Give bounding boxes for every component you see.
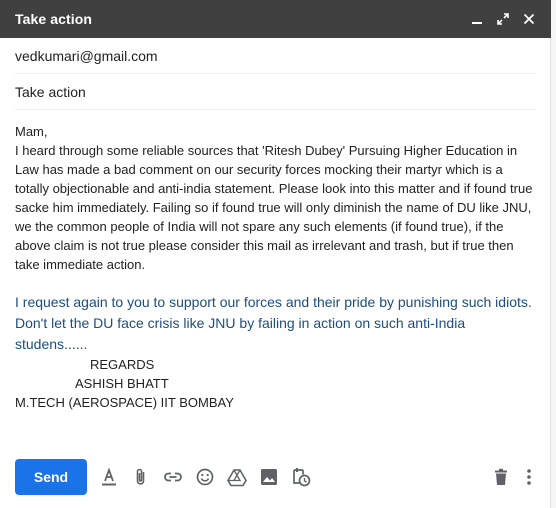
attach-icon[interactable] <box>129 465 153 489</box>
expand-icon[interactable] <box>491 7 515 31</box>
compose-toolbar: Send <box>0 452 551 508</box>
message-body[interactable]: Mam, I heard through some reliable sourc… <box>15 122 538 412</box>
photo-icon[interactable] <box>257 465 281 489</box>
body-paragraph: I heard through some reliable sources th… <box>15 143 533 272</box>
body-greeting: Mam, <box>15 124 48 139</box>
schedule-icon[interactable] <box>289 465 313 489</box>
trash-icon[interactable] <box>489 465 513 489</box>
compose-title-bar: Take action <box>0 0 551 38</box>
window-controls <box>465 0 541 38</box>
signature-title: M.TECH (AEROSPACE) IIT BOMBAY <box>15 395 234 410</box>
body-request: I request again to you to support our fo… <box>15 294 532 352</box>
subject-field[interactable]: Take action <box>15 74 536 110</box>
emoji-icon[interactable] <box>193 465 217 489</box>
signature-regards: REGARDS <box>90 357 155 372</box>
to-field-value: vedkumari@gmail.com <box>15 47 158 64</box>
more-options-icon[interactable] <box>517 465 541 489</box>
link-icon[interactable] <box>161 465 185 489</box>
compose-title: Take action <box>15 11 93 27</box>
compose-window: Take action vedkumari@gmail.com Take act… <box>0 0 551 508</box>
drive-icon[interactable] <box>225 465 249 489</box>
signature-name: ASHISH BHATT <box>75 376 169 391</box>
close-icon[interactable] <box>517 7 541 31</box>
send-button[interactable]: Send <box>15 459 87 495</box>
page-edge <box>551 0 556 508</box>
subject-field-value: Take action <box>15 83 86 100</box>
format-text-icon[interactable] <box>97 465 121 489</box>
to-field[interactable]: vedkumari@gmail.com <box>15 38 536 74</box>
minimize-icon[interactable] <box>465 7 489 31</box>
